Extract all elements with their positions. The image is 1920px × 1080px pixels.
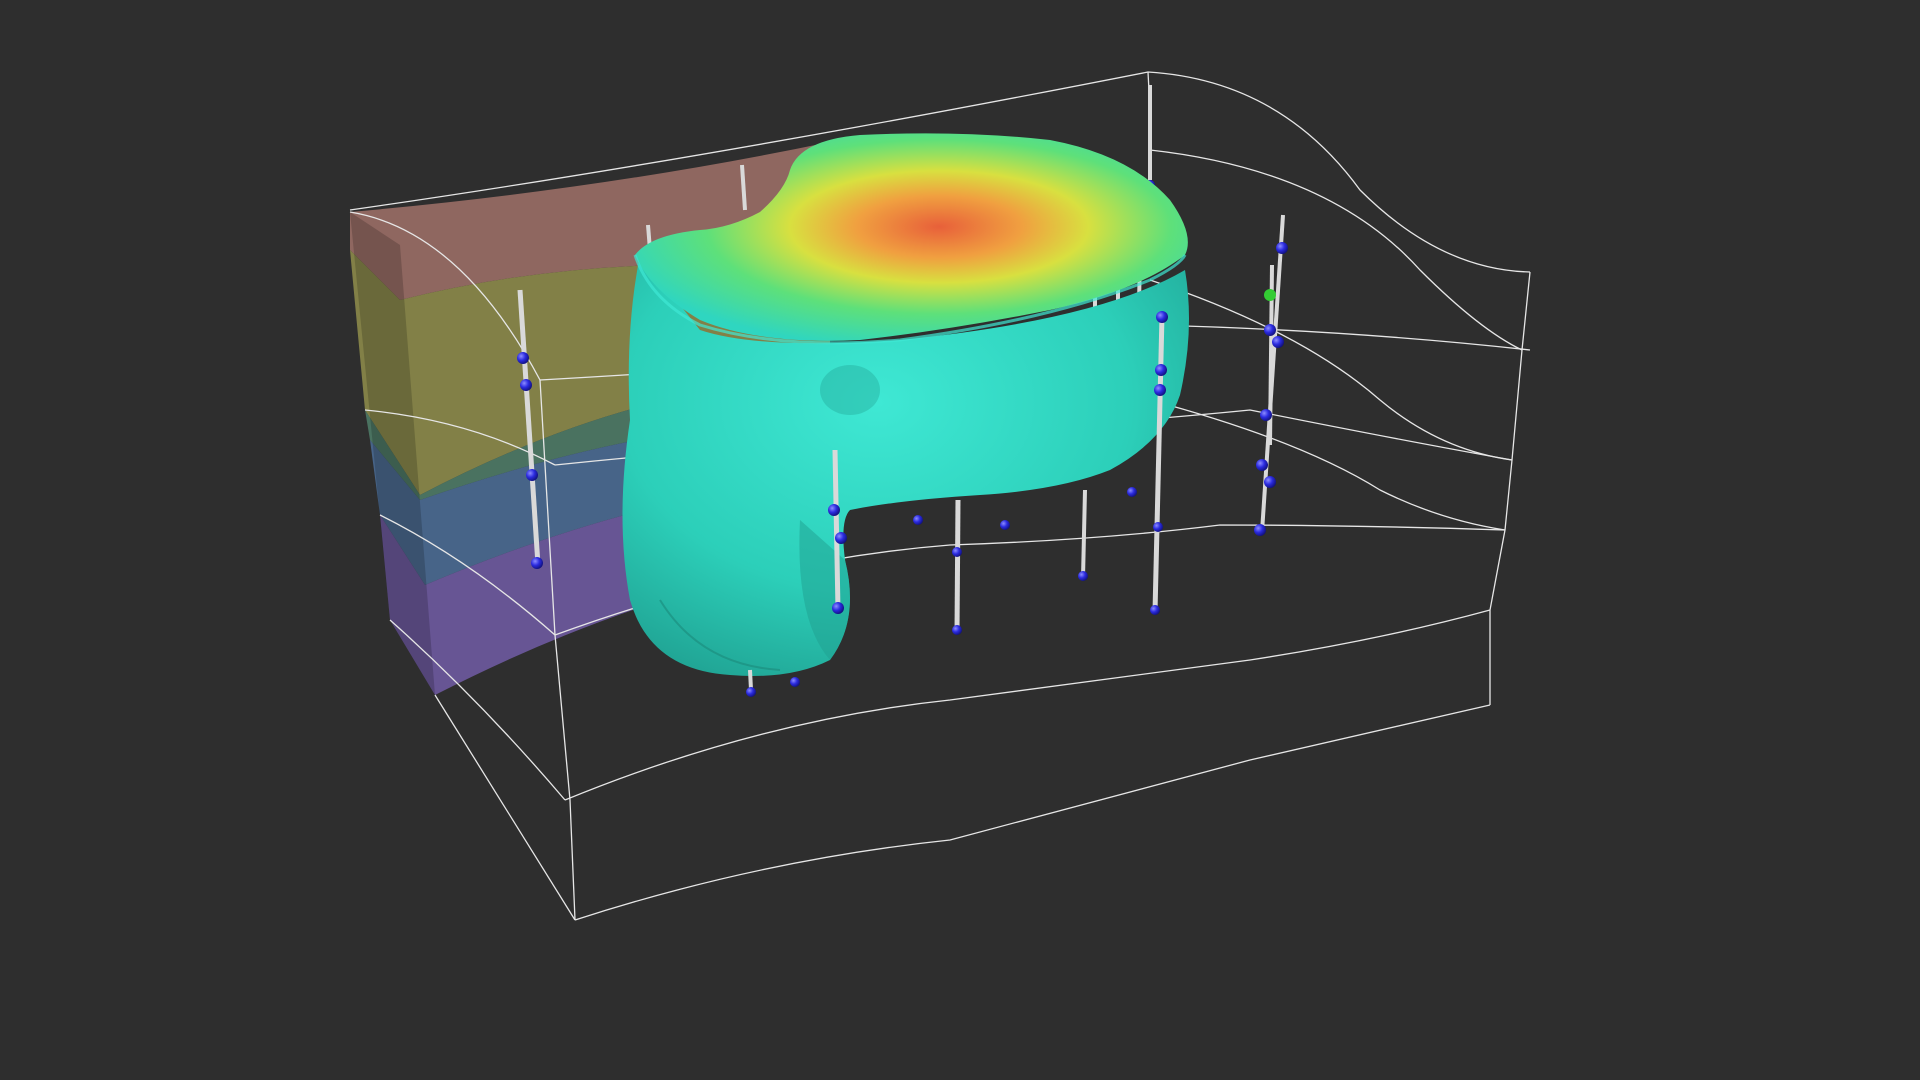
borehole-sample-marker <box>1254 524 1266 536</box>
borehole-sample-marker <box>952 625 962 635</box>
borehole-highlight-marker <box>1264 289 1276 301</box>
borehole-sample-marker <box>1153 522 1163 532</box>
borehole-sample-marker <box>1000 520 1010 530</box>
borehole-sample-marker <box>1264 476 1276 488</box>
borehole-sample-marker <box>1078 571 1088 581</box>
borehole-sample-marker <box>1127 487 1137 497</box>
borehole-sample-marker <box>1260 409 1272 421</box>
borehole-sample-marker <box>1272 336 1284 348</box>
borehole-sample-marker <box>746 687 756 697</box>
borehole-sample-marker <box>1156 311 1168 323</box>
borehole-sample-marker <box>520 379 532 391</box>
borehole-sample-marker <box>517 352 529 364</box>
borehole-sample-marker <box>1264 324 1276 336</box>
borehole-sample-marker <box>1150 605 1160 615</box>
borehole-sample-marker <box>832 602 844 614</box>
borehole-sample-marker <box>835 532 847 544</box>
3d-model-viewport[interactable] <box>0 0 1920 1080</box>
borehole-sample-marker <box>1154 384 1166 396</box>
geology-model-scene <box>349 71 1531 921</box>
borehole-sample-marker <box>952 547 962 557</box>
borehole-sample-marker <box>790 677 800 687</box>
borehole-sample-marker <box>1256 459 1268 471</box>
borehole-sample-marker <box>526 469 538 481</box>
borehole-sample-marker <box>531 557 543 569</box>
borehole-sample-marker <box>1276 242 1288 254</box>
borehole-sample-marker <box>828 504 840 516</box>
borehole-sample-marker <box>913 515 923 525</box>
borehole-sample-marker <box>1155 364 1167 376</box>
